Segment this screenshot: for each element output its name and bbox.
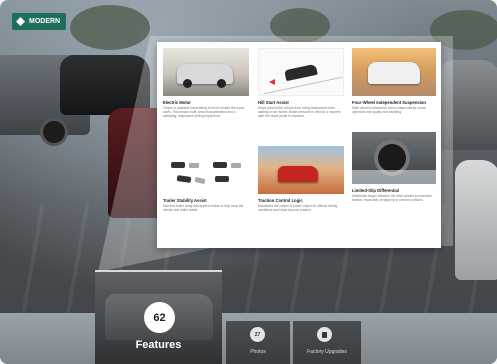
- features-popup[interactable]: Electric Motor Torque is available immed…: [157, 42, 441, 248]
- brand-badge: MODERN: [12, 13, 67, 30]
- factory-upgrades-tab-label: Factory Upgrades: [307, 349, 347, 355]
- trailer-icon: [189, 163, 199, 168]
- feature-description: Distributes torque between the drive whe…: [352, 194, 432, 203]
- trailer-diagram: [176, 175, 239, 185]
- photos-tab-label: Photos: [250, 349, 266, 355]
- feature-tile-hill-start[interactable]: Hill Start Assist Helps prevent the vehi…: [258, 48, 344, 140]
- brand-logo-icon: [16, 17, 25, 26]
- feature-title: Hill Start Assist: [258, 100, 289, 105]
- feature-title: Traction Control Logic: [258, 198, 303, 203]
- features-tab-label: Features: [135, 339, 182, 351]
- feature-title: Four-Wheel Independent Suspension: [352, 100, 426, 105]
- background-tree: [70, 5, 150, 50]
- feature-image: [352, 48, 436, 96]
- tab-features[interactable]: 62 Features: [95, 270, 222, 364]
- car-icon: [171, 162, 185, 168]
- wheel-icon: [183, 79, 192, 88]
- background-wheel: [40, 118, 68, 146]
- feature-tile-limited-slip[interactable]: Limited-Slip Differential Distributes to…: [352, 132, 436, 242]
- trailer-icon: [194, 176, 206, 185]
- feature-description: Torque is available immediately from the…: [163, 106, 245, 119]
- feature-tile-traction-control[interactable]: Traction Control Logic Maximizes the con…: [258, 146, 344, 242]
- trailer-diagram: [171, 162, 241, 170]
- wheel-icon: [217, 79, 226, 88]
- trailer-icon: [231, 163, 241, 168]
- feature-image: [258, 48, 344, 96]
- tab-factory-upgrades[interactable]: Factory Upgrades: [293, 321, 361, 364]
- document-icon: [322, 331, 327, 338]
- feature-image: [258, 146, 344, 194]
- feature-image: [163, 146, 249, 194]
- car-icon: [215, 176, 229, 182]
- snow-overlay: [352, 170, 436, 184]
- upgrades-icon: [317, 327, 332, 342]
- car-icon: [213, 162, 227, 168]
- feature-description: Maximizes the control of power output fo…: [258, 204, 338, 213]
- incline-line: [263, 76, 343, 95]
- feature-tile-electric-motor[interactable]: Electric Motor Torque is available immed…: [163, 48, 249, 140]
- features-count-badge: 62: [144, 302, 175, 333]
- brand-name: MODERN: [29, 18, 61, 25]
- feature-title: Trailer Stability Assist: [163, 198, 207, 203]
- media-viewport: MODERN Electric Motor Torque is availabl…: [0, 0, 497, 364]
- photos-count-badge: 27: [250, 327, 265, 342]
- suv-white-illustration: [368, 62, 420, 84]
- suv-red-illustration: [278, 166, 318, 182]
- feature-description: Monitors trailer sway and applies brakes…: [163, 204, 244, 213]
- feature-title: Electric Motor: [163, 100, 191, 105]
- feature-image: [352, 132, 436, 184]
- feature-title: Limited-Slip Differential: [352, 188, 399, 193]
- feature-description: Helps prevent the vehicle from rolling b…: [258, 106, 341, 119]
- feature-description: Each wheel is allowed to move independen…: [352, 106, 427, 115]
- car-icon: [176, 175, 192, 183]
- feature-tile-trailer-stability[interactable]: Trailer Stability Assist Monitors traile…: [163, 146, 249, 242]
- background-car: [455, 160, 497, 280]
- feature-tile-suspension[interactable]: Four-Wheel Independent Suspension Each w…: [352, 48, 436, 140]
- feature-image: [163, 48, 249, 96]
- tab-photos[interactable]: 27 Photos: [226, 321, 290, 364]
- suv-dark-illustration: [284, 63, 318, 82]
- arrow-icon: [269, 79, 275, 85]
